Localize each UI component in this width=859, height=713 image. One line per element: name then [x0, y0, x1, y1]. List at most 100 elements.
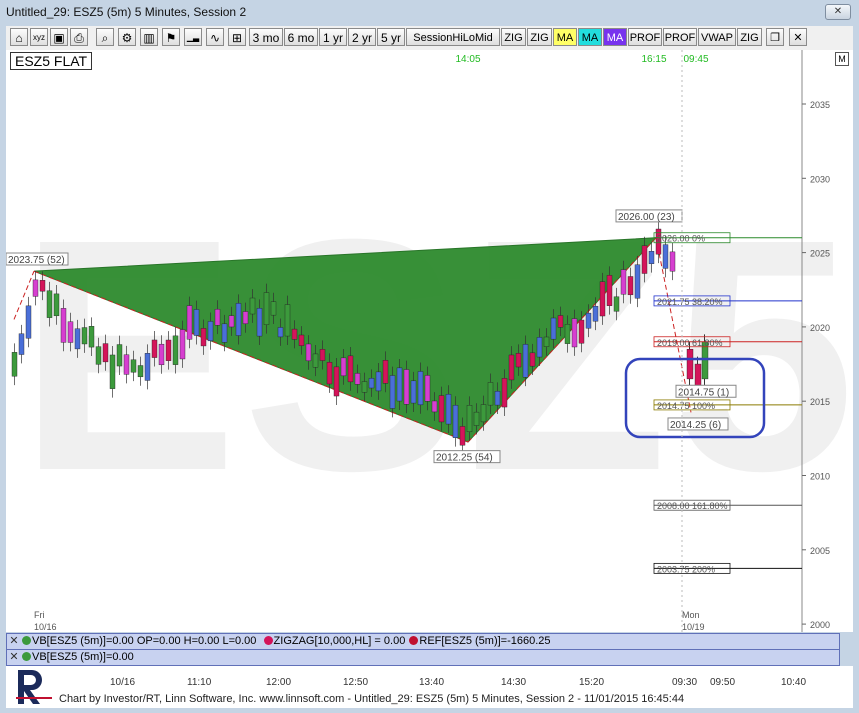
ticker-icon[interactable]: ▁▃: [184, 28, 202, 46]
candlestick-icon[interactable]: ▥: [140, 28, 158, 46]
restore-icon[interactable]: ❐: [766, 28, 784, 46]
x-tick-label: 09:30: [672, 677, 698, 688]
candle: [221, 323, 228, 343]
ma-button-purple[interactable]: MA: [603, 28, 627, 46]
candle: [32, 279, 39, 297]
candle: [578, 319, 585, 344]
prof-button-2[interactable]: PROF: [663, 28, 697, 46]
candle: [116, 344, 123, 367]
candle: [466, 405, 473, 433]
candle: [228, 315, 235, 328]
zig-button-2[interactable]: ZIG: [527, 28, 552, 46]
candle: [382, 360, 389, 384]
candle: [214, 309, 221, 326]
candle: [529, 352, 536, 367]
close-chart-icon[interactable]: ✕: [789, 28, 807, 46]
candle: [522, 344, 529, 378]
x-tick-label: 09:50: [710, 677, 736, 688]
x-tick-label: 10:40: [781, 677, 807, 688]
m-button[interactable]: M: [835, 52, 849, 66]
range-6mo-button[interactable]: 6 mo: [284, 28, 318, 46]
zig-button-1[interactable]: ZIG: [501, 28, 526, 46]
candle: [599, 281, 606, 317]
title-bar: Untitled_29: ESZ5 (5m) 5 Minutes, Sessio…: [0, 0, 859, 24]
zoom-icon[interactable]: ⌕: [96, 28, 114, 46]
red-dot-icon: [263, 636, 273, 645]
x-tick-label: 14:30: [501, 677, 527, 688]
candle: [361, 381, 368, 393]
candle: [130, 359, 137, 373]
range-2yr-button[interactable]: 2 yr: [348, 28, 376, 46]
date-label: 10/19: [682, 622, 705, 632]
red-dot-icon: [409, 636, 419, 645]
candle: [256, 308, 263, 337]
candle: [179, 329, 186, 360]
candle: [592, 305, 599, 322]
candle: [410, 380, 417, 404]
print-icon[interactable]: ⎙: [70, 28, 88, 46]
green-dot-icon: [22, 636, 31, 645]
home-icon[interactable]: ⌂: [10, 28, 28, 46]
candle: [284, 304, 291, 337]
vb-value-2: VB[ESZ5 (5m)]=0.00: [32, 651, 134, 663]
candle: [613, 296, 620, 312]
lock-icon[interactable]: ▣: [50, 28, 68, 46]
gear-icon[interactable]: ⚙: [118, 28, 136, 46]
wave-icon[interactable]: ∿: [206, 28, 224, 46]
candle: [172, 335, 179, 365]
investor-rt-logo-icon: [16, 670, 52, 704]
b-point-label: 2026.00 (23): [618, 212, 675, 223]
range-1yr-button[interactable]: 1 yr: [319, 28, 347, 46]
candle: [445, 394, 452, 425]
status-line-1: ✕ VB[ESZ5 (5m)]=0.00 OP=0.00 H=0.00 L=0.0…: [6, 633, 840, 650]
candle: [88, 326, 95, 348]
candle: [508, 354, 515, 381]
candle: [347, 355, 354, 383]
session-hilo-mid-button[interactable]: SessionHiLoMid: [406, 28, 500, 46]
close-icon[interactable]: ✕: [7, 650, 21, 665]
candle: [235, 303, 242, 336]
a-point-label: 2012.25 (54): [436, 453, 493, 464]
candle: [396, 367, 403, 402]
candle: [694, 363, 702, 387]
session-time-label: 16:15: [641, 54, 666, 65]
candle: [550, 317, 557, 340]
chart-grid-icon[interactable]: ⊞: [228, 28, 246, 46]
alarm-icon[interactable]: ⚑: [162, 28, 180, 46]
candle: [144, 353, 151, 381]
close-icon[interactable]: ✕: [7, 634, 21, 649]
candle: [67, 321, 74, 343]
candle: [634, 264, 641, 299]
ma-button-cyan[interactable]: MA: [578, 28, 602, 46]
candle: [627, 276, 634, 296]
range-5yr-button[interactable]: 5 yr: [377, 28, 405, 46]
fib-level-label: 2021.75 38.20%: [657, 297, 723, 307]
candle: [473, 411, 480, 426]
candle: [403, 369, 410, 405]
candle: [95, 346, 102, 365]
candle: [81, 327, 88, 345]
candle: [312, 353, 319, 368]
candle: [46, 290, 53, 318]
x-tick-label: 12:50: [343, 677, 369, 688]
chart-area[interactable]: ESZ5 2035203020252020201520102005200014:…: [6, 50, 853, 632]
candle: [74, 328, 81, 350]
candle: [641, 245, 648, 274]
x-tick-label: 12:00: [266, 677, 292, 688]
vwap-button[interactable]: VWAP: [698, 28, 736, 46]
xyz-chart-icon[interactable]: xyz: [30, 28, 48, 46]
ma-button-yellow[interactable]: MA: [553, 28, 577, 46]
zig-button-3[interactable]: ZIG: [737, 28, 762, 46]
candle: [242, 311, 249, 324]
harmonic-pattern-fill: [33, 237, 658, 443]
price-chart[interactable]: 2035 2030 2025 2020 2015 2010 2005 2000 14:05 16:…: [6, 50, 853, 632]
prof-button-1[interactable]: PROF: [628, 28, 662, 46]
y-tick-label: 2000: [810, 620, 830, 630]
candle: [494, 391, 501, 406]
close-button[interactable]: ✕: [825, 4, 851, 20]
candle: [249, 297, 256, 315]
range-3mo-button[interactable]: 3 mo: [249, 28, 283, 46]
fib-level-label: 2003.75 200%: [657, 564, 715, 574]
candle: [270, 301, 277, 316]
candle: [662, 244, 669, 269]
